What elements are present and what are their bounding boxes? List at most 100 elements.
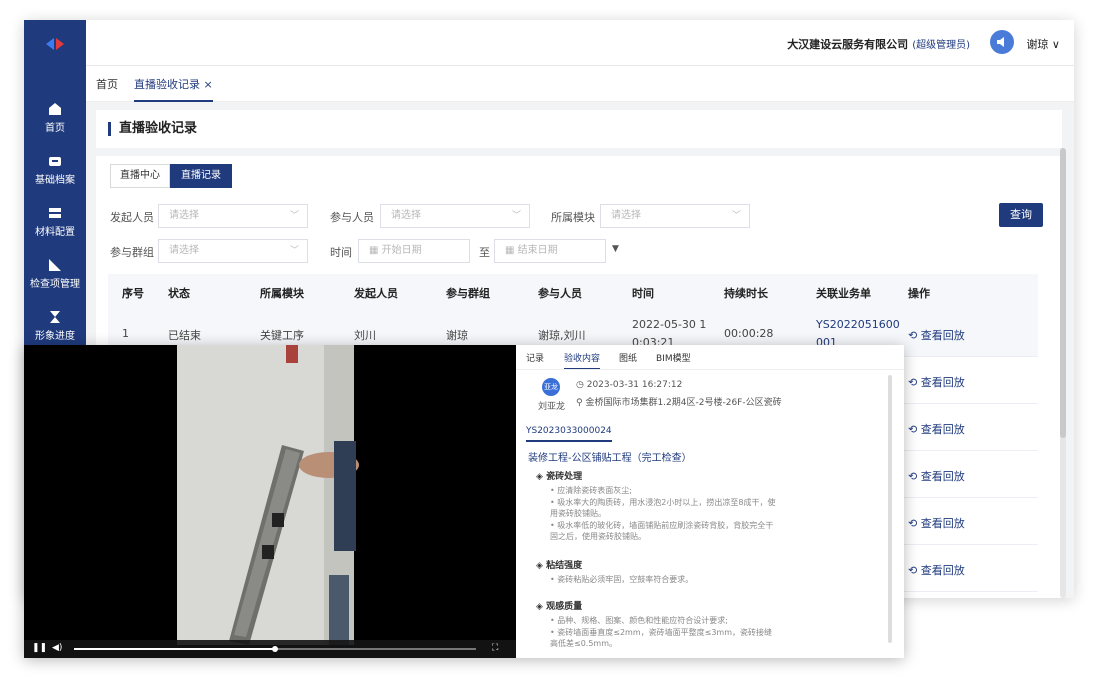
topbar: 大汉建设云服务有限公司 (超级管理员) 谢琼 ∨ <box>86 20 1074 66</box>
list-item: • 吸水率低的玻化砖，墙面铺贴前应刷涂瓷砖背胶，背胶完全干固之后，使用瓷砖胶铺贴… <box>550 521 774 541</box>
participant-select[interactable]: 请选择 ﹀ <box>380 204 530 228</box>
group-placeholder: 请选择 <box>169 245 199 256</box>
section-title: ◈ 瓷砖处理 <box>536 469 582 482</box>
list-item-text: 吸水率低的玻化砖，墙面铺贴前应刷涂瓷砖背胶，背胶完全干固之后，使用瓷砖胶铺贴。 <box>550 521 774 541</box>
end-date-input[interactable]: ▦ 结束日期 <box>494 239 606 263</box>
playback-label: 查看回放 <box>920 517 965 530</box>
segment-live-center[interactable]: 直播中心 <box>110 164 170 188</box>
replay-icon: ⟲ <box>908 329 921 342</box>
playback-label: 查看回放 <box>920 470 965 483</box>
fullscreen-icon[interactable]: ⛶ <box>492 643 498 653</box>
col-participants: 参与人员 <box>538 287 582 300</box>
page-title: 直播验收记录 <box>108 122 197 136</box>
detail-panel: 记录 验收内容 图纸 BIM模型 亚龙 刘亚龙 ◷ 2023-03-31 16:… <box>516 345 904 658</box>
logo <box>46 38 64 50</box>
home-icon <box>49 103 61 115</box>
module-select[interactable]: 请选择 ﹀ <box>600 204 750 228</box>
material-icon <box>49 208 61 218</box>
cell-biz-link-line1[interactable]: YS2022051600 <box>816 318 900 331</box>
archive-icon <box>49 157 61 166</box>
start-date-input[interactable]: ▦ 开始日期 <box>358 239 470 263</box>
pause-icon[interactable]: ❚❚ <box>32 643 47 653</box>
video-frame <box>24 345 516 658</box>
participant-label: 参与人员 <box>330 211 374 224</box>
calendar-icon: ▦ <box>505 245 518 256</box>
sidebar-item-material[interactable]: 材料配置 <box>24 200 86 250</box>
list-item: • 瓷砖粘贴必须牢固，空鼓率符合要求。 <box>550 575 694 584</box>
page-scrollbar[interactable] <box>1060 148 1066 598</box>
col-duration: 持续时长 <box>724 287 768 300</box>
video-progress[interactable] <box>74 646 476 652</box>
list-item: • 应清除瓷砖表面灰尘; <box>550 486 632 495</box>
playback-window: ❚❚ ◀) ⛶ 记录 验收内容 图纸 BIM模型 亚龙 刘亚龙 ◷ 2023-0… <box>24 345 904 658</box>
volume-icon[interactable]: ◀) <box>52 643 62 653</box>
sidebar-item-archive[interactable]: 基础档案 <box>24 148 86 198</box>
sidebar-item-label: 检查项管理 <box>30 279 80 290</box>
divider <box>516 369 904 370</box>
caret-down-icon[interactable]: ▼ <box>612 244 619 254</box>
playback-label: 查看回放 <box>920 376 965 389</box>
col-group: 参与群组 <box>446 287 490 300</box>
view-playback-link[interactable]: ⟲ 查看回放 <box>908 562 965 578</box>
layers-icon: ◈ <box>536 561 547 571</box>
location-text: 金桥国际市场集群1.2期4区-2号楼-26F-公区瓷砖 <box>585 398 782 408</box>
cell-time-line1: 2022-05-30 1 <box>632 318 707 331</box>
panel-scrollbar[interactable] <box>888 375 892 643</box>
tab-home[interactable]: 首页 <box>96 76 118 92</box>
record-location: ⚲ 金桥国际市场集群1.2期4区-2号楼-26F-公区瓷砖 <box>576 395 782 408</box>
cell-module: 关键工序 <box>260 329 304 342</box>
group-label: 参与群组 <box>110 246 154 259</box>
section-title: ◈ 粘结强度 <box>536 558 582 571</box>
initiator-label: 发起人员 <box>110 211 154 224</box>
tab-bim-model[interactable]: BIM模型 <box>656 351 691 364</box>
view-playback-link[interactable]: ⟲ 查看回放 <box>908 374 965 390</box>
replay-icon: ⟲ <box>908 517 921 530</box>
playback-label: 查看回放 <box>920 423 965 436</box>
view-playback-link[interactable]: ⟲ 查看回放 <box>908 468 965 484</box>
view-playback-link[interactable]: ⟲ 查看回放 <box>908 515 965 531</box>
query-button[interactable]: 查询 <box>999 203 1043 227</box>
tab-inspection-content[interactable]: 验收内容 <box>564 351 601 370</box>
col-time: 时间 <box>632 287 654 300</box>
module-label: 所属模块 <box>551 211 595 224</box>
view-playback-link[interactable]: ⟲ 查看回放 <box>908 421 965 437</box>
col-biz: 关联业务单 <box>816 287 871 300</box>
col-index: 序号 <box>122 287 144 300</box>
scrollbar-thumb[interactable] <box>1060 148 1066 438</box>
tab-bar: 首页 直播验收记录 × <box>86 66 1074 102</box>
replay-icon: ⟲ <box>908 470 921 483</box>
sidebar-item-label: 形象进度 <box>35 331 75 342</box>
tab-record[interactable]: 记录 <box>526 351 544 364</box>
sidebar-item-home[interactable]: 首页 <box>24 96 86 146</box>
view-playback-link[interactable]: ⟲ 查看回放 <box>908 327 965 343</box>
list-item-text: 品种、规格、图案、颜色和性能应符合设计要求; <box>557 616 728 625</box>
list-item-text: 吸水率大的陶质砖，用水浸泡2小时以上，捞出凉至8成干，使用瓷砖胶铺贴。 <box>550 498 776 518</box>
initiator-select[interactable]: 请选择 ﹀ <box>158 204 308 228</box>
layers-icon: ◈ <box>536 472 547 482</box>
progress-handle[interactable] <box>272 646 278 652</box>
tab-live-records[interactable]: 直播验收记录 × <box>134 76 213 102</box>
chevron-down-icon: ﹀ <box>289 211 299 221</box>
sidebar-item-label: 首页 <box>45 123 65 134</box>
tab-drawings[interactable]: 图纸 <box>619 351 637 364</box>
list-item-text: 瓷砖粘贴必须牢固，空鼓率符合要求。 <box>557 575 694 584</box>
sidebar-item-label: 基础档案 <box>35 175 75 186</box>
video-player[interactable]: ❚❚ ◀) ⛶ <box>24 345 516 658</box>
avatar[interactable] <box>990 30 1014 54</box>
cell-group: 谢琼 <box>446 329 468 342</box>
col-action: 操作 <box>908 287 930 300</box>
group-select[interactable]: 请选择 ﹀ <box>158 239 308 263</box>
segment-live-records[interactable]: 直播记录 <box>170 164 232 188</box>
col-status: 状态 <box>168 287 190 300</box>
company-text: 大汉建设云服务有限公司 <box>787 38 909 51</box>
list-item: • 吸水率大的陶质砖，用水浸泡2小时以上，捞出凉至8成干，使用瓷砖胶铺贴。 <box>550 498 776 518</box>
list-item: • 品种、规格、图案、颜色和性能应符合设计要求; <box>550 616 728 625</box>
biz-number-tab[interactable]: YS2023033000024 <box>526 426 612 442</box>
playback-label: 查看回放 <box>920 329 965 342</box>
cell-index: 1 <box>122 327 129 340</box>
timestamp-text: 2023-03-31 16:27:12 <box>586 380 683 390</box>
end-date-placeholder: 结束日期 <box>517 245 558 256</box>
sidebar-item-inspection[interactable]: 检查项管理 <box>24 252 86 302</box>
initiator-placeholder: 请选择 <box>169 210 199 221</box>
user-menu[interactable]: 谢琼 ∨ <box>1026 36 1060 52</box>
